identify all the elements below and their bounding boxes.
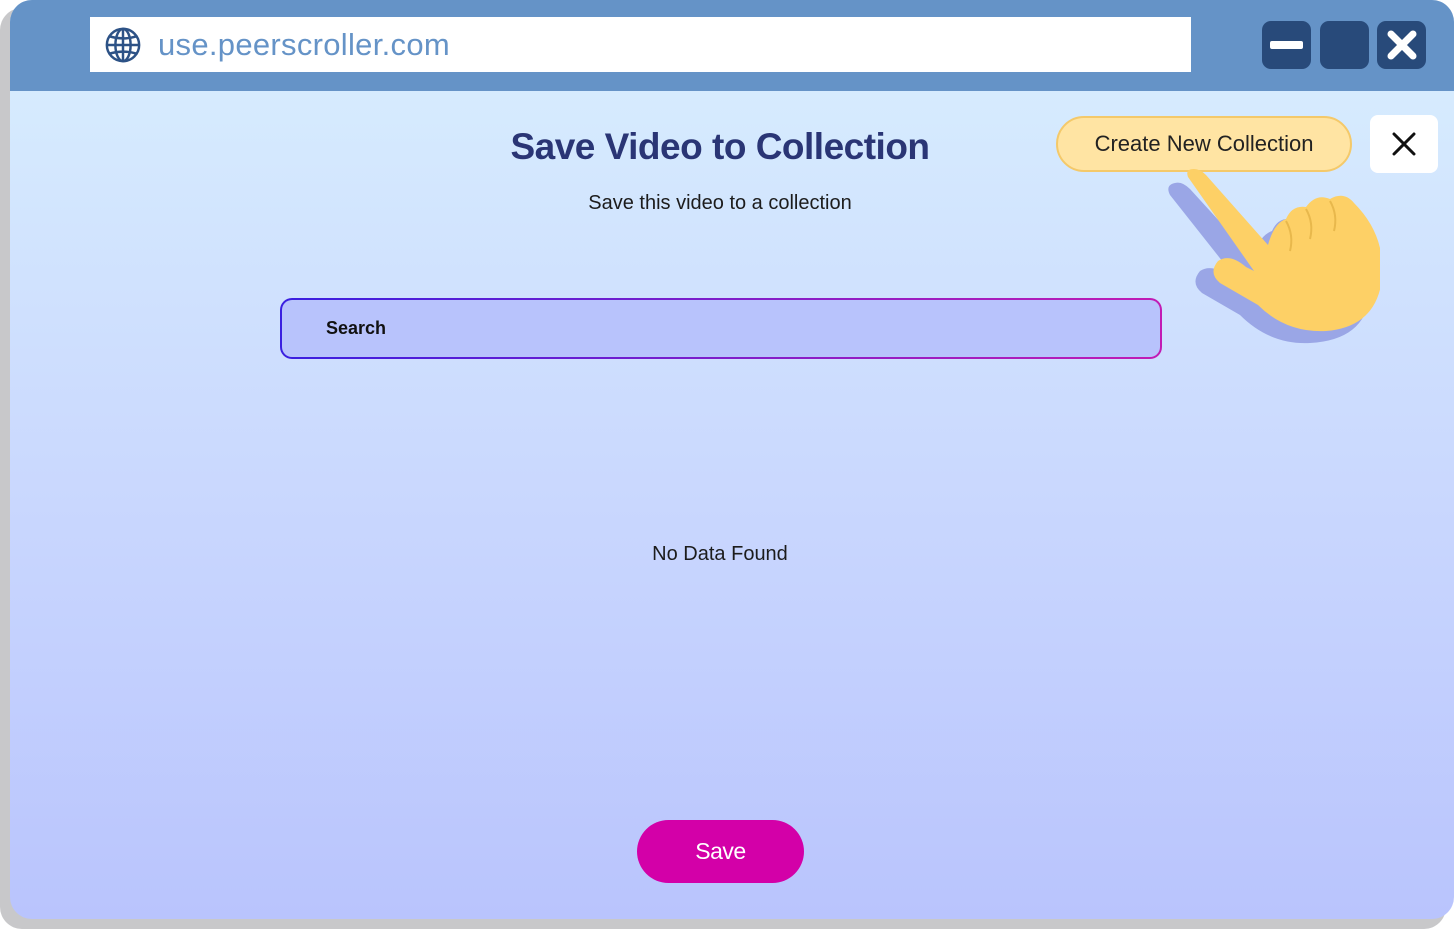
globe-icon bbox=[105, 27, 141, 62]
close-icon bbox=[1392, 132, 1416, 156]
url-text: use.peerscroller.com bbox=[158, 26, 451, 62]
create-new-collection-button[interactable]: Create New Collection bbox=[1056, 116, 1352, 172]
search-field[interactable] bbox=[280, 298, 1162, 359]
dialog-close-button[interactable] bbox=[1370, 115, 1438, 173]
close-icon bbox=[1387, 30, 1416, 60]
search-field-inner bbox=[282, 300, 1160, 357]
minimize-button[interactable] bbox=[1262, 21, 1311, 69]
empty-state-message: No Data Found bbox=[652, 543, 788, 565]
dialog-title: Save Video to Collection bbox=[510, 126, 930, 167]
dialog-subtitle: Save this video to a collection bbox=[588, 192, 852, 214]
pointing-hand-icon bbox=[1168, 169, 1380, 344]
browser-titlebar: use.peerscroller.com bbox=[10, 0, 1454, 91]
address-bar[interactable]: use.peerscroller.com bbox=[90, 17, 1191, 72]
save-button[interactable]: Save bbox=[637, 820, 804, 883]
maximize-button[interactable] bbox=[1320, 21, 1369, 69]
window-close-button[interactable] bbox=[1377, 21, 1426, 69]
search-input[interactable] bbox=[324, 317, 1108, 340]
browser-window: use.peerscroller.com Save Video to Colle… bbox=[10, 0, 1454, 919]
minimize-icon bbox=[1270, 41, 1303, 49]
